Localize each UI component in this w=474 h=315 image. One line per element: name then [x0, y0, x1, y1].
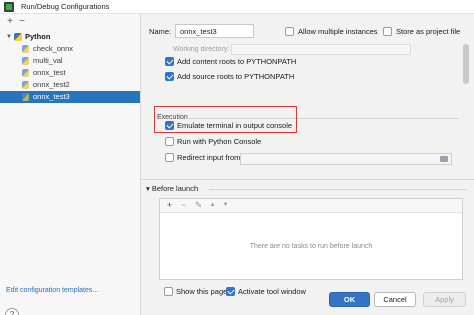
- python-console-checkbox[interactable]: [165, 137, 174, 146]
- edit-templates-link[interactable]: Edit configuration templates...: [6, 287, 98, 294]
- add-task-button[interactable]: +: [164, 200, 175, 211]
- options-scroll-area: Working directory: Add content roots to …: [141, 44, 461, 184]
- python-icon: [14, 33, 22, 41]
- python-file-icon: [22, 45, 29, 53]
- ok-button[interactable]: OK: [329, 292, 370, 307]
- configuration-editor: Name: onnx_test3 Allow multiple instance…: [141, 14, 474, 315]
- python-file-icon: [22, 81, 29, 89]
- python-file-icon: [22, 69, 29, 77]
- before-launch-header[interactable]: ▾ Before launch: [146, 184, 198, 193]
- tree-item-label: Python: [25, 32, 51, 41]
- redirect-input-label: Redirect input from:: [177, 153, 243, 162]
- redirect-input-checkbox[interactable]: [165, 153, 174, 162]
- remove-configuration-button[interactable]: −: [16, 16, 28, 28]
- folder-icon[interactable]: [440, 156, 448, 162]
- show-page-checkbox[interactable]: [164, 287, 173, 296]
- tree-item-multi-val[interactable]: multi_val: [0, 55, 140, 67]
- cancel-button[interactable]: Cancel: [374, 292, 416, 307]
- python-file-icon: [22, 93, 29, 101]
- allow-multiple-label: Allow multiple instances: [298, 27, 378, 36]
- name-label: Name:: [149, 27, 172, 36]
- scrollbar-thumb[interactable]: [463, 44, 469, 84]
- configurations-tree-panel: + − ▼ Python check_onnx multi_val onnx_t…: [0, 14, 141, 315]
- tree-item-onnx-test2[interactable]: onnx_test2: [0, 79, 140, 91]
- tree-item-onnx-test3[interactable]: onnx_test3: [0, 91, 140, 103]
- remove-task-button[interactable]: −: [178, 200, 189, 211]
- chevron-down-icon: ▼: [6, 34, 12, 40]
- tasks-toolbar: + − ✎ ▲ ▼: [160, 199, 462, 213]
- name-input[interactable]: onnx_test3: [175, 24, 254, 38]
- edit-task-button[interactable]: ✎: [193, 200, 204, 211]
- python-console-label: Run with Python Console: [177, 137, 262, 146]
- tree-item-check-onnx[interactable]: check_onnx: [0, 43, 140, 55]
- section-divider: [141, 179, 474, 180]
- apply-button[interactable]: Apply: [423, 292, 466, 307]
- activate-tool-window-checkbox[interactable]: [226, 287, 235, 296]
- source-roots-checkbox[interactable]: [165, 72, 174, 81]
- tree-item-python[interactable]: ▼ Python: [0, 31, 140, 43]
- app-icon: [4, 2, 14, 12]
- store-as-project-label: Store as project file: [396, 27, 461, 36]
- move-up-button[interactable]: ▲: [207, 200, 218, 211]
- before-launch-divider: [209, 189, 467, 190]
- working-directory-label-cut: Working directory:: [173, 46, 230, 53]
- activate-tool-window-label: Activate tool window: [238, 287, 306, 296]
- content-roots-label: Add content roots to PYTHONPATH: [177, 57, 297, 66]
- content-roots-checkbox[interactable]: [165, 57, 174, 66]
- title-bar: Run/Debug Configurations: [0, 0, 474, 14]
- window-title: Run/Debug Configurations: [21, 2, 110, 11]
- before-launch-tasks: + − ✎ ▲ ▼ There are no tasks to run befo…: [159, 198, 463, 280]
- allow-multiple-checkbox[interactable]: [285, 27, 294, 36]
- add-configuration-button[interactable]: +: [4, 16, 16, 28]
- store-as-project-checkbox[interactable]: [383, 27, 392, 36]
- tree-item-label: multi_val: [33, 56, 63, 65]
- python-file-icon: [22, 57, 29, 65]
- tree-item-label: onnx_test3: [33, 92, 70, 101]
- options-scrollbar[interactable]: [463, 44, 469, 184]
- tree-item-label: check_onnx: [33, 44, 74, 53]
- source-roots-label: Add source roots to PYTHONPATH: [177, 72, 295, 81]
- highlight-box: [154, 106, 297, 133]
- tree-item-onnx-test[interactable]: onnx_test: [0, 67, 140, 79]
- before-launch-label: Before launch: [151, 184, 199, 193]
- tree-item-label: onnx_test: [33, 68, 66, 77]
- tree-item-label: onnx_test2: [33, 80, 70, 89]
- help-button[interactable]: ?: [5, 308, 19, 315]
- move-down-button[interactable]: ▼: [220, 200, 231, 211]
- working-directory-field-cut: [231, 44, 411, 55]
- redirect-input-field[interactable]: [240, 153, 452, 165]
- show-page-label: Show this page: [176, 287, 228, 296]
- empty-tasks-text: There are no tasks to run before launch: [249, 243, 373, 250]
